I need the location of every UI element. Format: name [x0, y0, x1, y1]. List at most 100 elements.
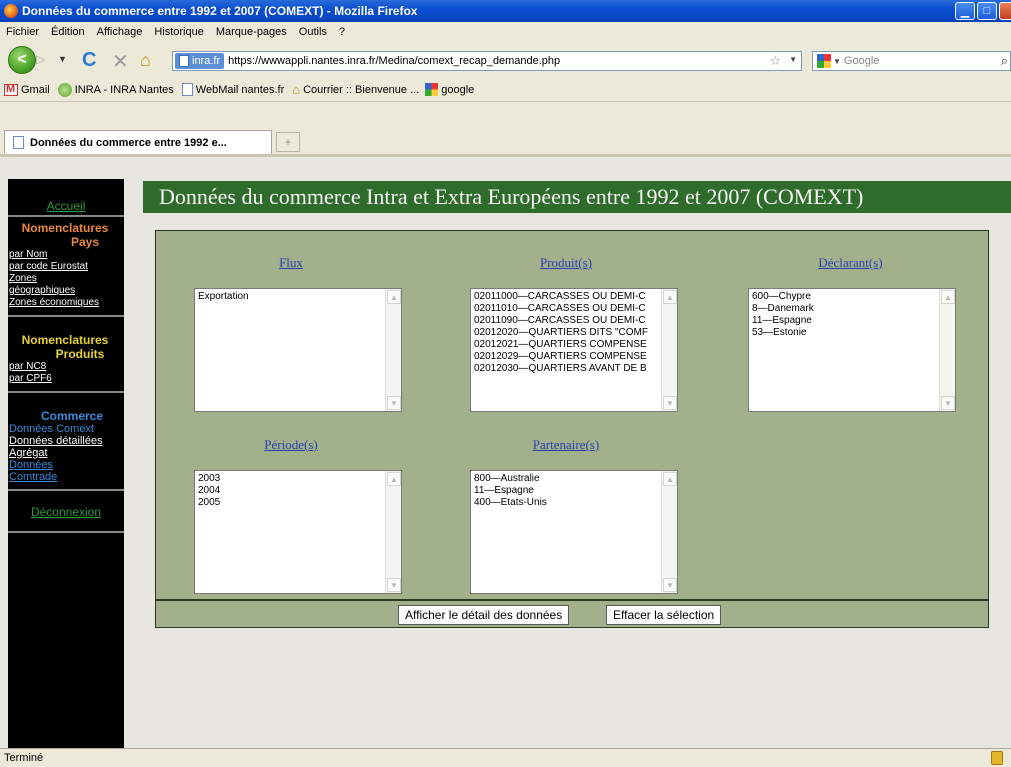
sidebar: Accueil Nomenclatures Pays par Nom par c… — [8, 179, 124, 748]
scroll-down-icon[interactable]: ▼ — [387, 578, 401, 592]
listbox-scrollbar[interactable]: ▲ ▼ — [661, 471, 677, 593]
sidebar-link-accueil[interactable]: Accueil — [47, 199, 86, 213]
clear-selection-button[interactable]: Effacer la sélection — [606, 605, 722, 625]
list-option[interactable]: 02011010—CARCASSES OU DEMI-C — [474, 303, 674, 315]
list-option[interactable]: 02011000—CARCASSES OU DEMI-C — [474, 291, 674, 303]
list-option[interactable]: 800—Australie — [474, 473, 674, 485]
sidebar-link-zones-economiques[interactable]: Zones économiques — [8, 297, 124, 309]
list-option[interactable]: 02012030—QUARTIERS AVANT DE B — [474, 363, 674, 375]
url-bar[interactable]: inra.fr https://wwwappli.nantes.inra.fr/… — [172, 51, 802, 71]
bookmark-inra[interactable]: INRA - INRA Nantes — [57, 82, 174, 97]
scroll-up-icon[interactable]: ▲ — [387, 290, 401, 304]
sidebar-link-par-code-eurostat[interactable]: par code Eurostat — [8, 261, 124, 273]
stop-icon[interactable]: ✕ — [112, 49, 129, 74]
scroll-up-icon[interactable]: ▲ — [387, 472, 401, 486]
listbox-scrollbar[interactable]: ▲ ▼ — [661, 289, 677, 411]
produits-label[interactable]: Produit(s) — [471, 255, 661, 271]
site-identity-button[interactable]: inra.fr — [175, 53, 225, 69]
bookmark-google[interactable]: google — [425, 83, 474, 96]
list-option[interactable]: 8—Danemark — [752, 303, 952, 315]
list-option[interactable]: 02012029—QUARTIERS COMPENSE — [474, 351, 674, 363]
scroll-up-icon[interactable]: ▲ — [663, 472, 677, 486]
bookmark-star-icon[interactable]: ☆ — [769, 53, 781, 69]
listbox-scrollbar[interactable]: ▲ ▼ — [385, 471, 401, 593]
list-option[interactable]: 2005 — [198, 497, 398, 509]
scroll-down-icon[interactable]: ▼ — [663, 396, 677, 410]
list-option[interactable]: 53—Estonie — [752, 327, 952, 339]
declarants-label[interactable]: Déclarant(s) — [748, 255, 953, 271]
periode-label[interactable]: Période(s) — [196, 437, 386, 453]
page-content: Accueil Nomenclatures Pays par Nom par c… — [0, 157, 1011, 748]
list-option[interactable]: 02012021—QUARTIERS COMPENSE — [474, 339, 674, 351]
partenaires-label[interactable]: Partenaire(s) — [471, 437, 661, 453]
sidebar-link-geographiques[interactable]: géographiques — [8, 285, 124, 297]
list-option[interactable]: 600—Chypre — [752, 291, 952, 303]
status-text: Terminé — [4, 752, 44, 764]
menu-affichage[interactable]: Affichage — [91, 26, 149, 38]
sidebar-heading: Nomenclatures — [21, 333, 109, 347]
list-option[interactable]: 2003 — [198, 473, 398, 485]
maximize-button[interactable]: □ — [977, 2, 997, 20]
list-option[interactable]: 02012020—QUARTIERS DITS "COMF — [474, 327, 674, 339]
tab-active[interactable]: Données du commerce entre 1992 e... — [4, 130, 272, 154]
list-option[interactable]: Exportation — [198, 291, 398, 303]
list-option[interactable]: 2004 — [198, 485, 398, 497]
search-bar[interactable]: ▼ Google ⌕ — [812, 51, 1011, 71]
list-option[interactable]: 02011090—CARCASSES OU DEMI-C — [474, 315, 674, 327]
sidebar-link-par-nom[interactable]: par Nom — [8, 249, 124, 261]
menu-marque-pages[interactable]: Marque-pages — [210, 26, 293, 38]
menu-outils[interactable]: Outils — [293, 26, 333, 38]
list-option[interactable]: 11—Espagne — [474, 485, 674, 497]
search-placeholder[interactable]: Google — [844, 55, 879, 67]
scroll-up-icon[interactable]: ▲ — [941, 290, 955, 304]
listbox-scrollbar[interactable]: ▲ ▼ — [939, 289, 955, 411]
scroll-up-icon[interactable]: ▲ — [663, 290, 677, 304]
bookmark-webmail[interactable]: WebMail nantes.fr — [181, 83, 284, 96]
forward-button[interactable]: ▷ — [36, 52, 56, 70]
menu-help[interactable]: ? — [333, 26, 351, 38]
list-option[interactable]: 11—Espagne — [752, 315, 952, 327]
scroll-down-icon[interactable]: ▼ — [941, 396, 955, 410]
new-tab-button[interactable]: + — [276, 132, 300, 152]
lock-icon[interactable] — [991, 751, 1003, 765]
search-icon[interactable]: ⌕ — [1001, 53, 1008, 69]
minimize-button[interactable]: ▁ — [955, 2, 975, 20]
scroll-down-icon[interactable]: ▼ — [387, 396, 401, 410]
home-icon[interactable]: ⌂ — [140, 50, 151, 71]
sidebar-link-comtrade[interactable]: Comtrade — [8, 471, 124, 483]
menu-edition[interactable]: Édition — [45, 26, 91, 38]
close-button[interactable] — [999, 2, 1011, 20]
periode-listbox[interactable]: 2003 2004 2005 ▲ ▼ — [194, 470, 402, 594]
sidebar-link-agregat[interactable]: Agrégat — [8, 447, 124, 459]
sidebar-link-zones[interactable]: Zones — [8, 273, 124, 285]
declarants-listbox[interactable]: 600—Chypre 8—Danemark 11—Espagne 53—Esto… — [748, 288, 956, 412]
bookmark-courrier[interactable]: ⌂ Courrier :: Bienvenue ... — [292, 82, 419, 97]
back-button[interactable]: < — [8, 46, 36, 74]
listbox-scrollbar[interactable]: ▲ ▼ — [385, 289, 401, 411]
show-data-button[interactable]: Afficher le détail des données — [398, 605, 570, 625]
reload-icon[interactable]: C — [82, 49, 96, 72]
google-logo-icon[interactable] — [817, 54, 831, 68]
url-dropdown-icon[interactable]: ▼ — [789, 55, 797, 64]
flux-label[interactable]: Flux — [196, 255, 386, 271]
sidebar-link-par-cpf6[interactable]: par CPF6 — [8, 373, 124, 385]
sidebar-link-par-nc8[interactable]: par NC8 — [8, 361, 124, 373]
sidebar-link-deconnexion[interactable]: Déconnexion — [31, 505, 101, 519]
bookmark-gmail[interactable]: Gmail — [4, 83, 50, 96]
url-text[interactable]: https://wwwappli.nantes.inra.fr/Medina/c… — [228, 55, 560, 67]
sidebar-heading: Nomenclatures — [21, 221, 109, 235]
bookmarks-bar: Gmail INRA - INRA Nantes WebMail nantes.… — [0, 78, 1011, 102]
sidebar-link-donnees[interactable]: Données — [8, 459, 124, 471]
search-engine-dropdown-icon[interactable]: ▼ — [833, 57, 841, 66]
list-option[interactable]: 400—Etats-Unis — [474, 497, 674, 509]
back-arrow-icon: < — [17, 51, 27, 68]
sidebar-link-donnees-comext[interactable]: Données Comext — [8, 423, 124, 435]
flux-listbox[interactable]: Exportation ▲ ▼ — [194, 288, 402, 412]
menu-historique[interactable]: Historique — [148, 26, 210, 38]
produits-listbox[interactable]: 02011000—CARCASSES OU DEMI-C 02011010—CA… — [470, 288, 678, 412]
sidebar-link-donnees-detaillees[interactable]: Données détaillées — [8, 435, 124, 447]
partenaires-listbox[interactable]: 800—Australie 11—Espagne 400—Etats-Unis … — [470, 470, 678, 594]
history-dropdown-icon[interactable]: ▼ — [58, 54, 67, 64]
scroll-down-icon[interactable]: ▼ — [663, 578, 677, 592]
menu-fichier[interactable]: Fichier — [0, 26, 45, 38]
